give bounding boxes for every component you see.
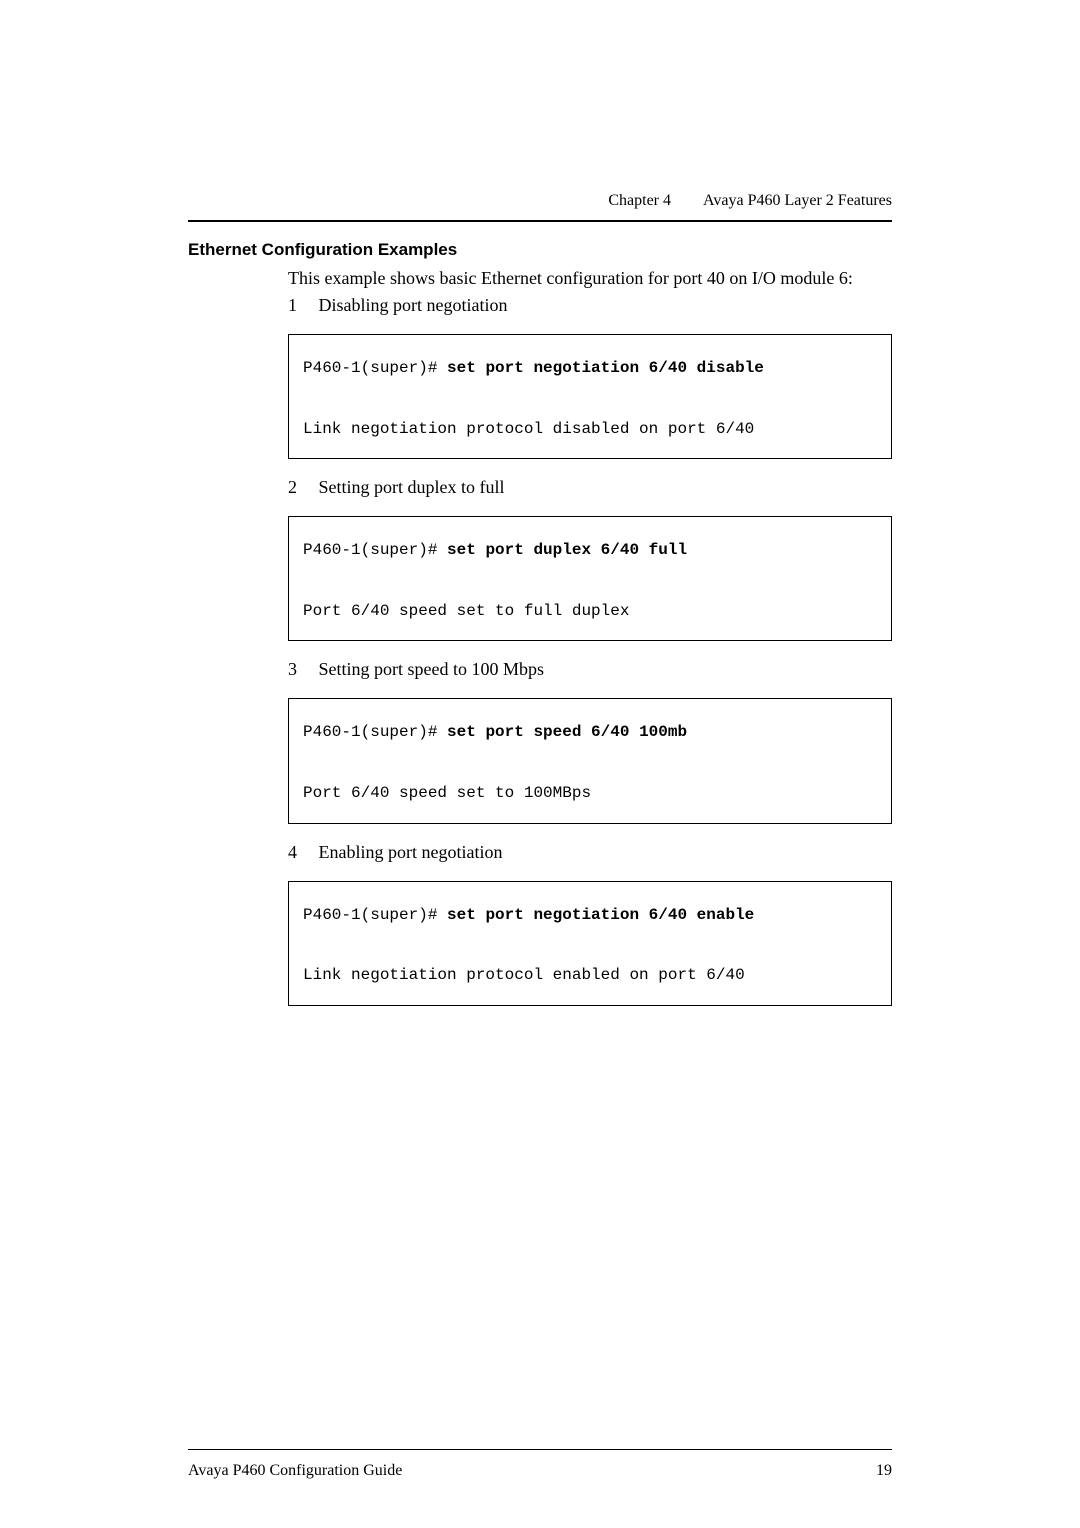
step-3-output: Port 6/40 speed set to 100MBps (303, 778, 877, 808)
step-1-blank (303, 383, 877, 413)
step-1-prompt-line: P460-1(super)# set port negotiation 6/40… (303, 353, 877, 383)
step-2-label: Setting port duplex to full (319, 477, 505, 497)
step-3-label: Setting port speed to 100 Mbps (319, 659, 545, 679)
step-1-code-block: P460-1(super)# set port negotiation 6/40… (288, 334, 892, 459)
step-1-prompt: P460-1(super)# (303, 359, 447, 377)
step-2-row: 2 Setting port duplex to full (288, 477, 892, 498)
step-1-output: Link negotiation protocol disabled on po… (303, 414, 877, 444)
step-2-blank (303, 566, 877, 596)
step-4-prompt: P460-1(super)# (303, 906, 447, 924)
footer-left: Avaya P460 Configuration Guide (188, 1462, 402, 1480)
step-4-label: Enabling port negotiation (319, 842, 503, 862)
step-3-code-block: P460-1(super)# set port speed 6/40 100mb… (288, 698, 892, 823)
step-4-num: 4 (288, 842, 314, 863)
step-2-output: Port 6/40 speed set to full duplex (303, 596, 877, 626)
header-rule (188, 220, 892, 222)
step-4-prompt-line: P460-1(super)# set port negotiation 6/40… (303, 900, 877, 930)
step-4-code-block: P460-1(super)# set port negotiation 6/40… (288, 881, 892, 1006)
step-4-command: set port negotiation 6/40 enable (447, 906, 754, 924)
page-footer: Avaya P460 Configuration Guide 19 (188, 1462, 892, 1480)
step-1-row: 1 Disabling port negotiation (288, 295, 892, 316)
step-2-num: 2 (288, 477, 314, 498)
step-3-blank (303, 748, 877, 778)
step-2-prompt: P460-1(super)# (303, 541, 447, 559)
step-3-prompt: P460-1(super)# (303, 723, 447, 741)
step-3-prompt-line: P460-1(super)# set port speed 6/40 100mb (303, 717, 877, 747)
step-2-code-block: P460-1(super)# set port duplex 6/40 full… (288, 516, 892, 641)
step-3-row: 3 Setting port speed to 100 Mbps (288, 659, 892, 680)
step-3-command: set port speed 6/40 100mb (447, 723, 687, 741)
step-4-blank (303, 930, 877, 960)
page-header: Chapter 4 Avaya P460 Layer 2 Features (188, 192, 892, 210)
step-2-command: set port duplex 6/40 full (447, 541, 687, 559)
step-4-row: 4 Enabling port negotiation (288, 842, 892, 863)
section-heading: Ethernet Configuration Examples (188, 240, 892, 260)
header-chapter: Chapter 4 (608, 192, 671, 210)
footer-page-number: 19 (876, 1462, 892, 1480)
intro-text: This example shows basic Ethernet config… (288, 268, 892, 289)
footer-rule (188, 1449, 892, 1450)
step-2-prompt-line: P460-1(super)# set port duplex 6/40 full (303, 535, 877, 565)
header-title: Avaya P460 Layer 2 Features (703, 192, 892, 210)
step-1-command: set port negotiation 6/40 disable (447, 359, 764, 377)
step-3-num: 3 (288, 659, 314, 680)
step-1-num: 1 (288, 295, 314, 316)
step-4-output: Link negotiation protocol enabled on por… (303, 960, 877, 990)
step-1-label: Disabling port negotiation (319, 295, 508, 315)
